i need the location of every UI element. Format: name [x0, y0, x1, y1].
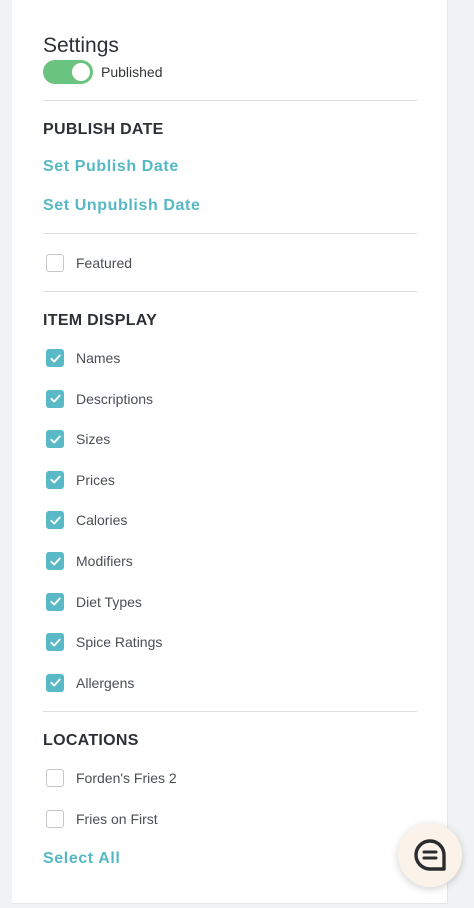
- divider: [43, 100, 417, 101]
- checkmark-icon: [49, 678, 61, 687]
- item-display-label: Sizes: [76, 431, 111, 448]
- item-display-label: Prices: [76, 471, 115, 488]
- item-display-checkbox[interactable]: [46, 470, 64, 489]
- divider: [43, 711, 417, 712]
- item-display-checkbox[interactable]: [46, 349, 64, 367]
- item-display-row[interactable]: Spice Ratings: [46, 632, 162, 652]
- location-row[interactable]: Forden's Fries 2: [46, 768, 177, 788]
- item-display-row[interactable]: Names: [46, 348, 120, 368]
- item-display-row[interactable]: Allergens: [46, 673, 134, 693]
- item-display-checkbox[interactable]: [46, 592, 64, 611]
- item-display-row[interactable]: Prices: [46, 470, 115, 490]
- location-checkbox[interactable]: [46, 769, 64, 787]
- item-display-label: Spice Ratings: [76, 634, 163, 651]
- featured-checkbox[interactable]: [46, 254, 64, 272]
- item-display-label: Names: [76, 350, 121, 366]
- featured-checkbox-row[interactable]: Featured: [46, 253, 132, 273]
- divider: [43, 233, 417, 234]
- featured-label: Featured: [76, 255, 133, 271]
- item-display-label: Calories: [76, 512, 128, 529]
- item-display-label: Descriptions: [76, 390, 154, 407]
- checkmark-icon: [49, 516, 61, 525]
- chat-button[interactable]: [398, 823, 462, 887]
- settings-panel: Settings Published PUBLISH DATE Set Publ…: [12, 0, 448, 904]
- published-label: Published: [101, 64, 163, 80]
- set-publish-date-link[interactable]: Set Publish Date: [43, 158, 179, 176]
- checkmark-icon: [49, 435, 61, 444]
- item-display-row[interactable]: Calories: [46, 510, 127, 530]
- toggle-knob: [72, 63, 90, 81]
- item-display-checkbox[interactable]: [46, 430, 64, 449]
- settings-title: Settings: [43, 34, 119, 57]
- item-display-checkbox[interactable]: [46, 511, 64, 530]
- item-display-checkbox[interactable]: [46, 633, 64, 652]
- item-display-row[interactable]: Modifiers: [46, 551, 133, 571]
- set-unpublish-date-link[interactable]: Set Unpublish Date: [43, 197, 200, 215]
- item-display-heading: ITEM DISPLAY: [43, 312, 158, 329]
- checkmark-icon: [49, 557, 61, 565]
- select-all-link[interactable]: Select All: [43, 850, 120, 868]
- checkmark-icon: [49, 638, 61, 647]
- item-display-row[interactable]: Descriptions: [46, 389, 153, 409]
- item-display-label: Diet Types: [76, 593, 142, 610]
- checkmark-icon: [49, 597, 61, 606]
- item-display-label: Modifiers: [76, 553, 133, 569]
- item-display-row[interactable]: Sizes: [46, 429, 110, 449]
- checkmark-icon: [49, 354, 61, 362]
- location-checkbox[interactable]: [46, 809, 64, 828]
- item-display-checkbox[interactable]: [46, 552, 64, 570]
- divider: [43, 291, 417, 292]
- publish-date-heading: PUBLISH DATE: [43, 121, 164, 138]
- item-display-row[interactable]: Diet Types: [46, 592, 142, 612]
- chat-bubble-icon: [414, 839, 446, 871]
- published-toggle[interactable]: [43, 60, 93, 84]
- item-display-checkbox[interactable]: [46, 389, 64, 408]
- item-display-checkbox[interactable]: [46, 673, 64, 692]
- location-row[interactable]: Fries on First: [46, 809, 158, 829]
- locations-heading: LOCATIONS: [43, 732, 139, 749]
- location-label: Forden's Fries 2: [76, 770, 177, 786]
- checkmark-icon: [49, 475, 61, 484]
- checkmark-icon: [49, 394, 61, 403]
- item-display-label: Allergens: [76, 674, 135, 691]
- location-label: Fries on First: [76, 810, 158, 827]
